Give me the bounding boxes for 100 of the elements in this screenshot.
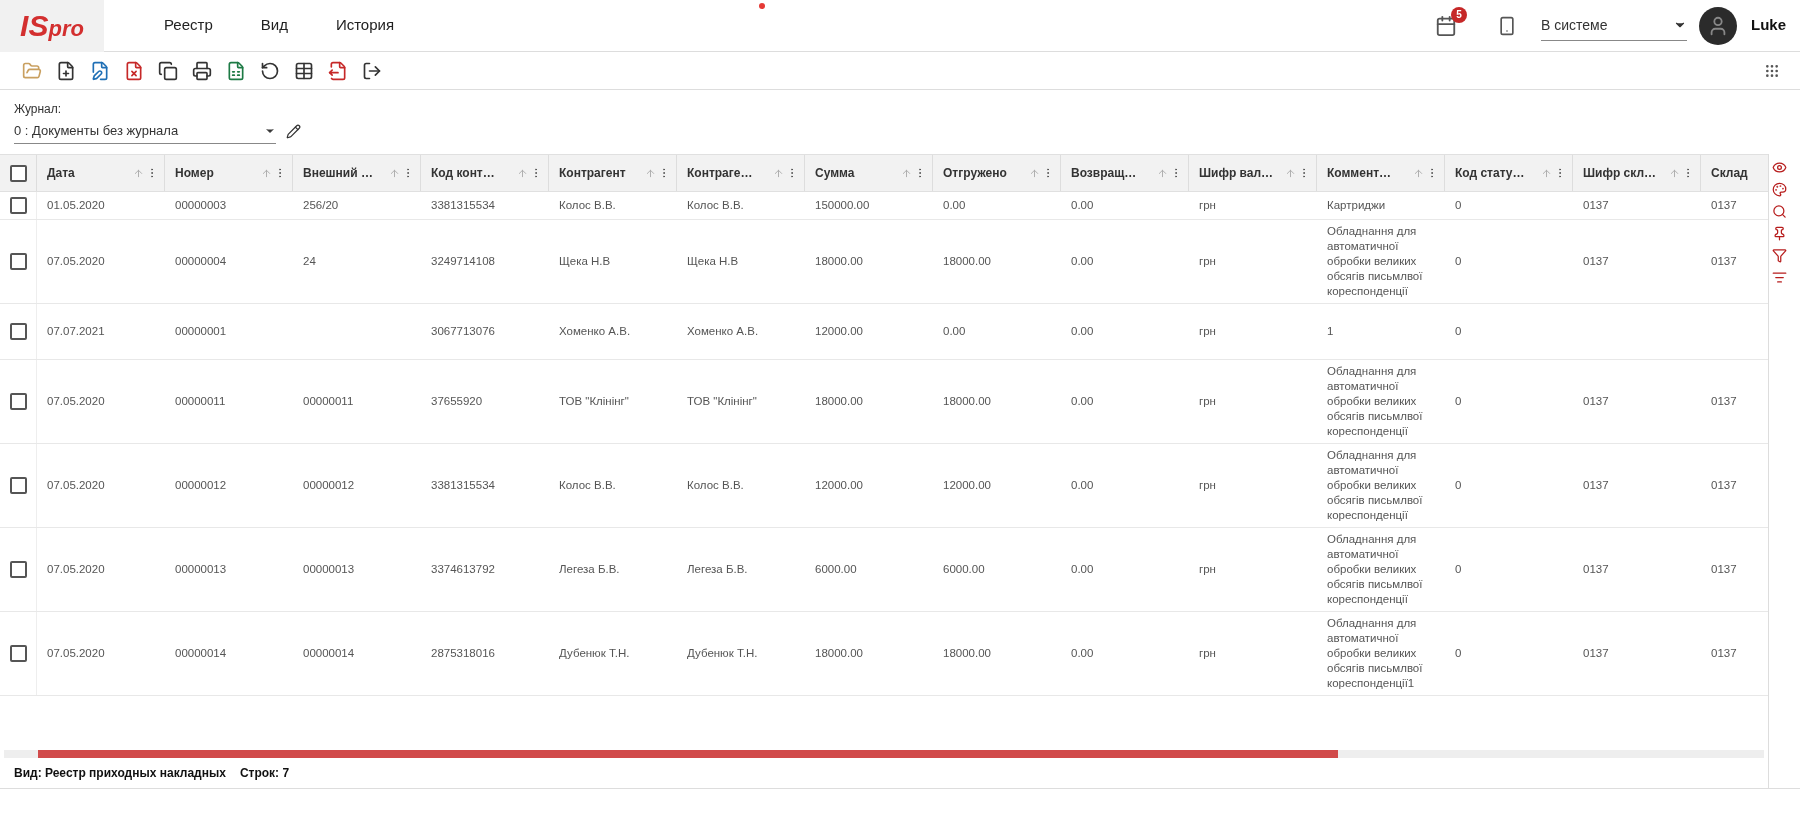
column-header[interactable]: Сумма (815, 164, 855, 182)
column-header[interactable]: Отгружено (943, 164, 1007, 182)
column-header[interactable]: Контрагент (559, 164, 626, 182)
table-cell: ТОВ "Клінінг" (559, 394, 629, 409)
table-cell: 0137 (1583, 478, 1609, 493)
table-cell-text: Обладнання для автоматичної обробки великих обсягів письмлвої кореспонденції1 (1327, 616, 1424, 691)
table-cell: Щека Н.В (687, 254, 739, 269)
column-header[interactable]: Контраге… (687, 164, 753, 182)
column-header[interactable]: Код конт… (431, 164, 495, 182)
column-header[interactable]: Номер (175, 164, 214, 182)
calendar-icon[interactable] (1435, 14, 1457, 37)
table-cell: 24 (303, 254, 316, 269)
table-cell: 07.05.2020 (47, 478, 105, 493)
search-icon[interactable] (1772, 204, 1787, 219)
table-cell: 0 (1455, 394, 1462, 409)
checkbox[interactable] (9, 253, 27, 270)
column-header[interactable]: Код стату… (1455, 164, 1525, 182)
checkbox[interactable] (9, 164, 27, 182)
scrollbar-thumb[interactable] (38, 750, 1338, 758)
checkbox[interactable] (9, 197, 27, 214)
table-cell-text: Обладнання для автоматичної обробки великих обсягів письмлвої кореспонденції (1327, 364, 1424, 439)
table-cell: грн (1199, 478, 1216, 493)
sort-icon[interactable] (1772, 270, 1787, 285)
table-cell: 12000.00 (943, 478, 991, 493)
phone-icon[interactable] (1497, 15, 1517, 36)
status-select[interactable]: В системе (1541, 10, 1687, 41)
table-cell: 18000.00 (943, 394, 991, 409)
table-cell: 0 (1455, 478, 1462, 493)
table-cell: Колос В.В. (687, 198, 744, 213)
table-cell: 0137 (1583, 562, 1609, 577)
table-cell: 07.05.2020 (47, 646, 105, 661)
table-cell: 18000.00 (815, 646, 863, 661)
checkbox[interactable] (9, 561, 27, 578)
table-cell: 6000.00 (943, 562, 985, 577)
pin-icon[interactable] (1772, 226, 1787, 241)
table-cell: 18000.00 (943, 254, 991, 269)
eye-icon[interactable] (1772, 160, 1787, 175)
table-cell: 0 (1455, 198, 1462, 213)
table-cell: 150000.00 (815, 198, 870, 213)
column-header[interactable]: Коммент… (1327, 164, 1392, 182)
table-cell: 1 (1327, 324, 1334, 339)
table-cell: Легеза Б.В. (559, 562, 620, 577)
edit-icon[interactable] (286, 123, 301, 139)
table-cell: 00000014 (175, 646, 227, 661)
table-cell: 00000011 (175, 394, 226, 409)
table-cell-text: Обладнання для автоматичної обробки великих обсягів письмлвої кореспонденції (1327, 448, 1424, 523)
table-cell: 37655920 (431, 394, 483, 409)
notification-badge: 5 (1451, 6, 1467, 23)
table-cell: 0137 (1711, 394, 1737, 409)
palette-icon[interactable] (1772, 182, 1787, 197)
column-header[interactable]: Склад (1711, 164, 1748, 182)
checkbox[interactable] (9, 645, 27, 662)
table-cell: 18000.00 (815, 254, 863, 269)
menu-item[interactable]: Вид (260, 14, 288, 37)
table-cell: грн (1199, 198, 1216, 213)
table-cell: грн (1199, 324, 1216, 339)
column-header[interactable]: Дата (47, 164, 75, 182)
table-cell: 00000013 (303, 562, 355, 577)
table-cell: 0137 (1583, 254, 1609, 269)
table-cell: 0.00 (1071, 324, 1094, 339)
table-cell: 0137 (1711, 254, 1737, 269)
table-cell: 12000.00 (815, 324, 863, 339)
table-cell: 0.00 (1071, 198, 1094, 213)
table-cell: 0.00 (1071, 254, 1094, 269)
table-cell: 0137 (1711, 646, 1737, 661)
column-header[interactable]: Шифр вал… (1199, 164, 1274, 182)
table-cell: Щека Н.В (559, 254, 611, 269)
checkbox[interactable] (9, 323, 27, 340)
table-cell: 0.00 (1071, 646, 1094, 661)
avatar[interactable] (1699, 6, 1737, 45)
table-cell: ТОВ "Клінінг" (687, 394, 757, 409)
column-header[interactable]: Шифр скл… (1583, 164, 1657, 182)
column-header[interactable]: Возвращ… (1071, 164, 1137, 182)
table-cell: 6000.00 (815, 562, 857, 577)
table-cell: Колос В.В. (687, 478, 744, 493)
table-cell: 3381315534 (431, 478, 495, 493)
filter-icon[interactable] (1772, 248, 1787, 263)
checkbox[interactable] (9, 393, 27, 410)
checkbox[interactable] (9, 477, 27, 494)
table-cell-text: Обладнання для автоматичної обробки великих обсягів письмлвої кореспонденції (1327, 532, 1424, 607)
table-cell: Дубенюк Т.Н. (687, 646, 758, 661)
view-name: Вид: Реестр приходных накладных (14, 765, 226, 782)
table-cell: 0137 (1583, 394, 1609, 409)
column-header[interactable]: Внешний … (303, 164, 373, 182)
table-cell: 00000001 (175, 324, 227, 339)
menu-item[interactable]: История (335, 14, 395, 37)
grip-icon[interactable] (1764, 62, 1780, 79)
row-count: Строк: 7 (239, 765, 290, 782)
table-cell: 0.00 (1071, 394, 1094, 409)
table-cell: 00000004 (175, 254, 227, 269)
journal-label: Журнал: (14, 101, 63, 118)
menu-item[interactable]: Реестр (164, 14, 213, 37)
table-cell: 3249714108 (431, 254, 495, 269)
journal-select[interactable]: 0 : Документы без журнала (14, 118, 276, 144)
table-cell: Картриджи (1327, 198, 1386, 213)
table-cell: 0137 (1583, 646, 1609, 661)
table-cell: 07.05.2020 (47, 254, 105, 269)
table-cell: Хоменко А.В. (687, 324, 759, 339)
table-cell: 01.05.2020 (47, 198, 105, 213)
table-cell: 00000011 (303, 394, 354, 409)
